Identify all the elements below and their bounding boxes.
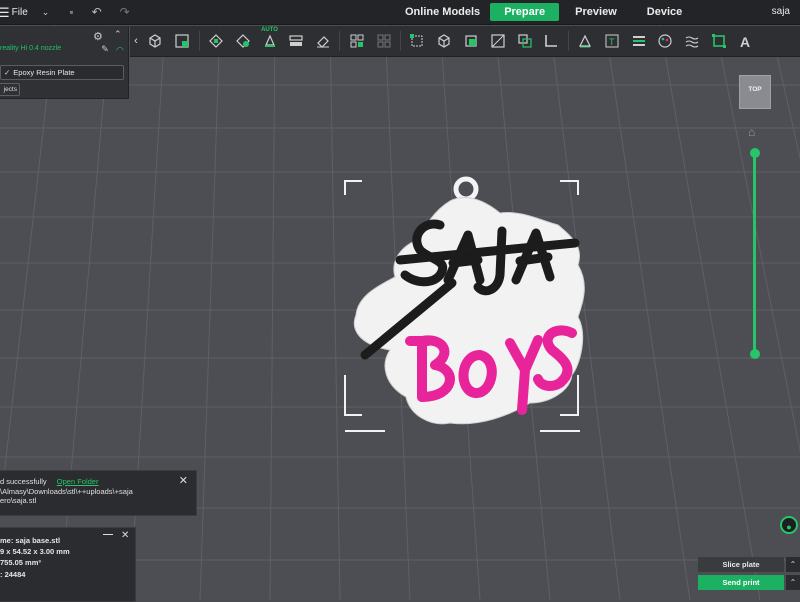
chevron-up-icon[interactable]: ⌃ xyxy=(786,575,800,590)
split-objects-icon[interactable] xyxy=(346,30,368,52)
wifi-icon: ◠ xyxy=(116,45,124,55)
svg-text:A: A xyxy=(740,34,750,49)
brim-icon[interactable] xyxy=(708,30,730,52)
hamburger-icon: ☰ xyxy=(0,4,10,20)
tab-preview[interactable]: Preview xyxy=(565,3,627,21)
close-icon[interactable]: ✕ xyxy=(179,474,188,487)
color-paint-icon[interactable] xyxy=(628,30,650,52)
seam-paint-icon[interactable] xyxy=(654,30,676,52)
nav-tabs: Online Models Prepare Preview Device xyxy=(395,0,692,24)
assembly-text-icon[interactable]: A xyxy=(735,30,757,52)
assistant-icon[interactable]: ● xyxy=(780,516,798,534)
chevron-down-icon[interactable]: ⌄ xyxy=(42,7,50,18)
file-label: File xyxy=(11,6,28,18)
toolbar-separator xyxy=(198,31,200,51)
objects-button[interactable]: jects xyxy=(0,83,20,96)
emboss-icon[interactable]: T xyxy=(601,30,623,52)
info-size: 9 x 54.52 x 3.00 mm xyxy=(0,547,70,556)
printer-panel: ⚙ ⌃ reality Hi 0.4 nozzle ✎ ◠ ✓ Epoxy Res… xyxy=(0,26,129,99)
layout-icon[interactable] xyxy=(285,30,307,52)
toolbar-separator xyxy=(339,31,341,51)
printer-nozzle-label[interactable]: reality Hi 0.4 nozzle xyxy=(0,45,61,52)
boolean-icon[interactable] xyxy=(514,30,536,52)
tab-device[interactable]: Device xyxy=(637,3,692,21)
close-icon[interactable]: ✕ xyxy=(121,530,129,541)
minimize-icon[interactable]: — xyxy=(103,529,113,540)
add-cube-icon[interactable] xyxy=(144,30,166,52)
export-notification: ✕ d successfully Open Folder \Almasy\Dow… xyxy=(0,470,197,516)
tab-prepare[interactable]: Prepare xyxy=(490,3,560,21)
user-name[interactable]: saja xyxy=(772,0,790,24)
notice-path-file: ero\saja.stl xyxy=(0,496,37,505)
chevron-up-icon[interactable]: ⌃ xyxy=(786,557,800,572)
home-icon[interactable]: ⌂ xyxy=(748,125,755,139)
cut-icon[interactable] xyxy=(460,30,482,52)
toolbar-separator xyxy=(400,31,402,51)
arrange-icon[interactable] xyxy=(205,30,227,52)
auto-orient-icon[interactable]: AUTO xyxy=(259,27,281,52)
orient-icon[interactable] xyxy=(232,30,254,52)
toolbar-separator xyxy=(567,31,569,51)
main-toolbar: ‹ AUTO T A xyxy=(130,26,800,57)
text-icon[interactable] xyxy=(574,30,596,52)
info-facets: : 24484 xyxy=(0,570,26,579)
svg-text:T: T xyxy=(609,37,615,47)
layer-slider-bottom-handle[interactable] xyxy=(750,349,760,359)
plate-type-select[interactable]: ✓ Epoxy Resin Plate xyxy=(0,65,124,80)
notice-status: d successfully xyxy=(0,477,47,486)
cube-view-icon[interactable] xyxy=(433,30,455,52)
gear-icon[interactable]: ⚙ xyxy=(93,30,103,43)
tab-online-models[interactable]: Online Models xyxy=(395,3,490,21)
edit-icon[interactable]: ✎ xyxy=(99,44,111,56)
open-folder-link[interactable]: Open Folder xyxy=(57,477,99,486)
view-cube[interactable]: TOP xyxy=(739,75,771,109)
toolbar-collapse-icon[interactable]: ‹ xyxy=(130,35,142,47)
redo-icon[interactable]: ↷ xyxy=(120,6,130,18)
plate-type-label: Epoxy Resin Plate xyxy=(13,68,75,77)
eraser-icon[interactable] xyxy=(312,30,334,52)
layer-slider-track[interactable] xyxy=(753,153,756,354)
info-volume: 755.05 mm³ xyxy=(0,558,41,567)
save-icon[interactable]: ▪ xyxy=(69,6,73,18)
object-info-panel: — ✕ me: saja base.stl 9 x 54.52 x 3.00 m… xyxy=(0,527,136,602)
auto-badge: AUTO xyxy=(261,27,278,33)
collapse-panel-icon[interactable]: ⌃ xyxy=(114,29,122,40)
split-parts-icon[interactable] xyxy=(373,30,395,52)
fuzzy-skin-icon[interactable] xyxy=(681,30,703,52)
measure-icon[interactable] xyxy=(540,30,562,52)
layer-slider-top-handle[interactable] xyxy=(750,148,760,158)
model-object[interactable] xyxy=(340,165,610,445)
info-name: me: saja base.stl xyxy=(0,536,61,545)
grid-plate-icon[interactable] xyxy=(171,30,193,52)
file-menu[interactable]: ☰ File xyxy=(0,6,28,19)
check-icon: ✓ xyxy=(4,68,11,77)
scale-icon[interactable] xyxy=(406,30,428,52)
slice-plate-button[interactable]: Slice plate xyxy=(698,557,784,572)
undo-icon[interactable]: ↶ xyxy=(92,6,102,18)
top-bar: ☰ File ⌄ ▪ ↶ ↷ Online Models Prepare Pre… xyxy=(0,0,800,25)
support-paint-icon[interactable] xyxy=(487,30,509,52)
send-print-button[interactable]: Send print xyxy=(698,575,784,590)
notice-path: \Almasy\Downloads\stl\++uploads\+saja xyxy=(0,487,133,496)
